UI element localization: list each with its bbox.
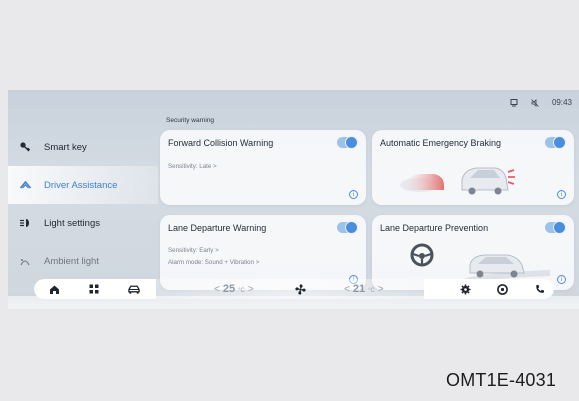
sidebar-item-label: Ambient light xyxy=(44,255,99,267)
card-title: Lane Departure Prevention xyxy=(380,223,489,233)
car-icon[interactable] xyxy=(128,283,140,295)
lane-departure-warning-toggle[interactable] xyxy=(337,221,358,234)
emergency-braking-toggle[interactable] xyxy=(545,136,566,149)
sidebar-item-ambient-light[interactable]: Ambient light xyxy=(8,242,158,280)
sidebar-item-light-settings[interactable]: Light settings xyxy=(8,204,158,242)
info-icon[interactable]: i xyxy=(557,190,566,199)
sensitivity-setting[interactable]: Sensitivity: Early > xyxy=(168,247,219,254)
status-time: 09:43 xyxy=(551,98,572,107)
figure-code: OMT1E-4031 xyxy=(446,370,557,390)
lane-departure-prevention-toggle[interactable] xyxy=(545,221,566,234)
temp-increase-button[interactable]: > xyxy=(378,284,384,295)
braking-illustration xyxy=(400,167,515,195)
temp-decrease-button[interactable]: < xyxy=(344,284,350,295)
lane-car-illustration xyxy=(465,254,551,283)
ambient-light-icon xyxy=(18,254,32,268)
settings-icon[interactable] xyxy=(459,283,471,295)
display-icon xyxy=(510,98,519,107)
sidebar-item-label: Driver Assistance xyxy=(44,179,118,191)
card-automatic-emergency-braking: Automatic Emergency Braking i xyxy=(372,130,574,205)
driver-temperature[interactable]: < 25 °C > xyxy=(214,283,254,295)
temp-increase-button[interactable]: > xyxy=(248,284,254,295)
sidebar-item-label: Light settings xyxy=(44,217,100,229)
card-title: Lane Departure Warning xyxy=(168,223,267,233)
sensitivity-setting[interactable]: Sensitivity: Late > xyxy=(168,163,217,170)
sidebar: Smart key Driver Assistance Light settin… xyxy=(8,128,158,280)
car-assist-icon xyxy=(18,178,32,192)
info-icon[interactable]: i xyxy=(557,275,566,284)
music-icon[interactable] xyxy=(496,283,508,295)
key-icon xyxy=(18,140,32,154)
home-icon[interactable] xyxy=(48,283,60,295)
sidebar-item-label: Smart key xyxy=(44,141,87,153)
card-forward-collision-warning: Forward Collision Warning Sensitivity: L… xyxy=(160,130,366,205)
info-icon[interactable]: i xyxy=(349,190,358,199)
forward-collision-toggle[interactable] xyxy=(337,136,358,149)
alarm-mode-setting[interactable]: Alarm mode: Sound + Vibration > xyxy=(168,259,259,266)
status-bar: 09:43 xyxy=(510,98,572,107)
temp-decrease-button[interactable]: < xyxy=(214,284,220,295)
steering-wheel-illustration xyxy=(410,243,434,267)
sidebar-item-smart-key[interactable]: Smart key xyxy=(8,128,158,166)
sidebar-item-driver-assistance[interactable]: Driver Assistance xyxy=(8,166,158,204)
card-title: Automatic Emergency Braking xyxy=(380,138,502,148)
phone-icon[interactable] xyxy=(534,283,546,295)
passenger-temperature[interactable]: < 21 °C > xyxy=(344,283,384,295)
apps-grid-icon[interactable] xyxy=(88,283,100,295)
mute-icon xyxy=(531,98,540,107)
card-title: Forward Collision Warning xyxy=(168,138,274,148)
temperature-value: 25 xyxy=(222,283,236,295)
temperature-unit: °C xyxy=(368,288,375,294)
section-label: Security warning xyxy=(166,117,215,124)
headlight-icon xyxy=(18,216,32,230)
fan-icon[interactable] xyxy=(293,282,307,296)
temperature-value: 21 xyxy=(352,283,366,295)
temperature-unit: °C xyxy=(238,288,245,294)
infotainment-screen: 09:43 Security warning Smart key Driver … xyxy=(8,90,579,309)
